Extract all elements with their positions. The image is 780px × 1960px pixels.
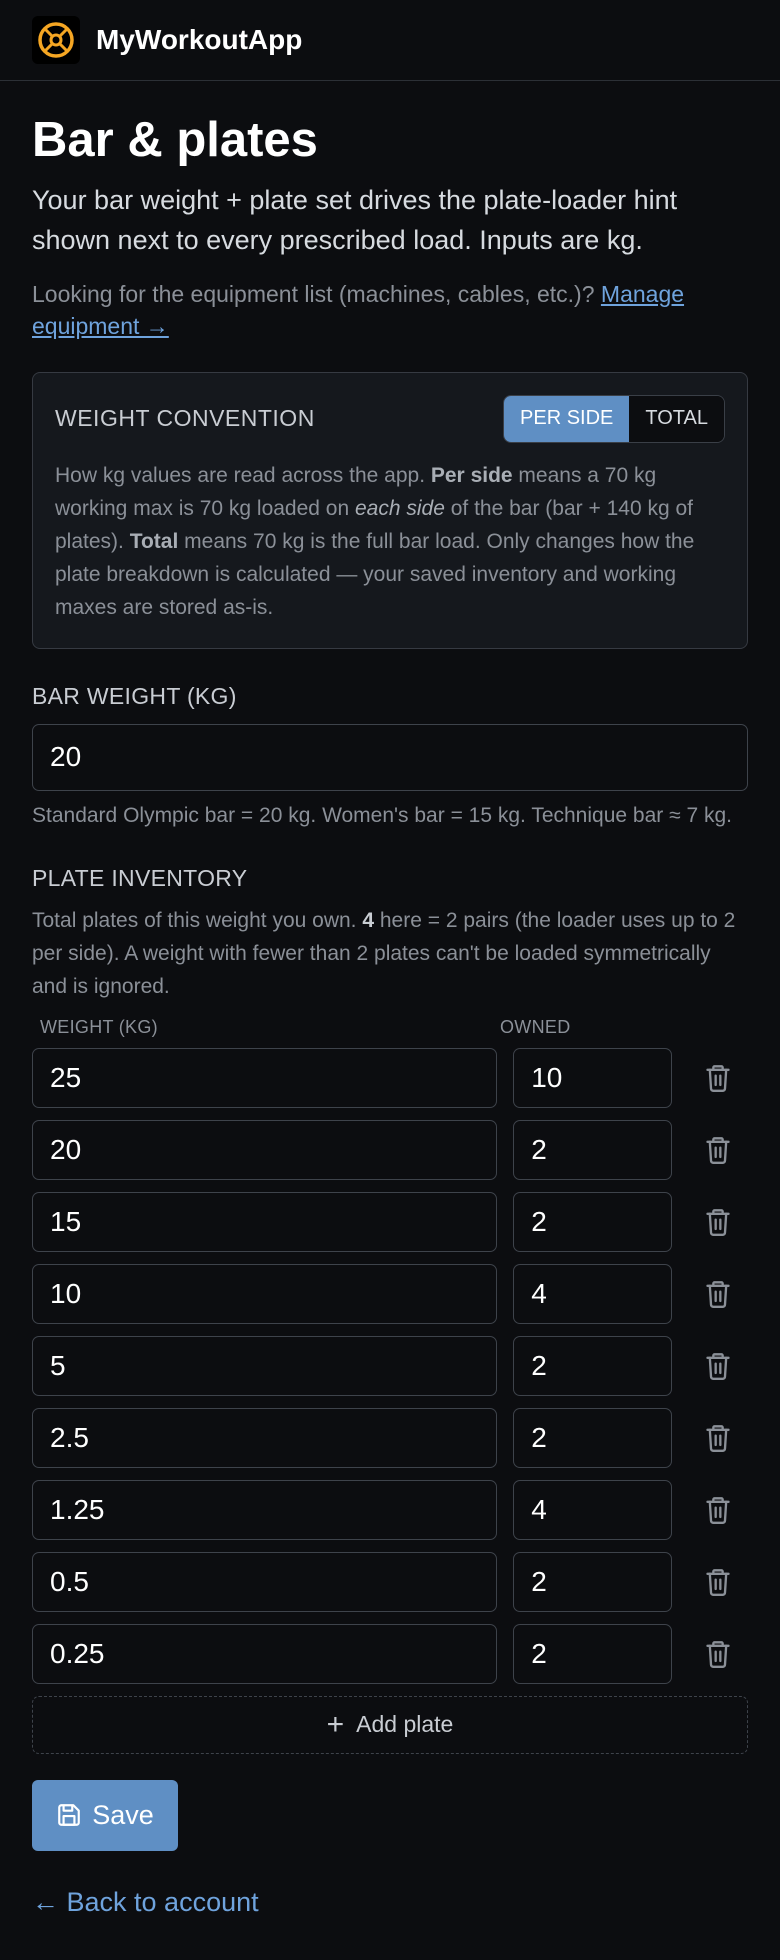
plate-owned-input[interactable]: 10	[513, 1047, 673, 1108]
delete-plate-button[interactable]	[688, 1278, 748, 1310]
plate-row: 10 4	[32, 1263, 748, 1324]
plus-icon: +	[326, 1707, 345, 1741]
main-content: Bar & plates Your bar weight + plate set…	[0, 111, 780, 1918]
plate-weight-input[interactable]: 0.25	[32, 1623, 498, 1684]
plate-weight-input[interactable]: 1.25	[32, 1479, 498, 1540]
plate-weight-input[interactable]: 20	[32, 1119, 498, 1180]
equipment-hint-text: Looking for the equipment list (machines…	[32, 280, 595, 307]
equipment-hint: Looking for the equipment list (machines…	[32, 278, 748, 342]
plate-row: 1.25 4	[32, 1479, 748, 1540]
weight-convention-card: WEIGHT CONVENTION PER SIDE TOTAL How kg …	[32, 371, 748, 649]
plate-rows: 25 10 20 2 15 2 10 4 5 2 2.5 2 1.25 4 0.5 2 0.25 2	[32, 1047, 748, 1684]
plate-owned-input[interactable]: 2	[513, 1551, 673, 1612]
bar-weight-label: BAR WEIGHT (KG)	[32, 682, 237, 709]
page-title: Bar & plates	[32, 113, 318, 167]
weight-convention-title: WEIGHT CONVENTION	[55, 405, 315, 432]
add-plate-button[interactable]: + Add plate	[32, 1695, 748, 1754]
trash-icon	[706, 1496, 730, 1524]
plate-row: 52	[32, 1335, 748, 1396]
plate-owned-input[interactable]: 2	[513, 1335, 673, 1396]
trash-icon	[706, 1568, 730, 1596]
weight-convention-description: How kg values are read across the app. P…	[55, 459, 725, 624]
plate-weight-input[interactable]: 15	[32, 1191, 498, 1252]
desc-part: How kg values are read across the app.	[55, 463, 431, 487]
plate-inventory-label: PLATE INVENTORY	[32, 864, 248, 891]
plate-row: 0.25 2	[32, 1623, 748, 1684]
plate-inventory-description: Total plates of this weight you own. 4 h…	[32, 904, 748, 1003]
plate-weight-input[interactable]: 10	[32, 1263, 498, 1324]
desc-bold-per-side: Per side	[430, 463, 513, 487]
trash-icon	[706, 1352, 730, 1380]
bar-weight-hint: Standard Olympic bar = 20 kg. Women's ba…	[32, 803, 732, 827]
plate-row: 20 2	[32, 1119, 748, 1180]
plate-row: 2.5 2	[32, 1407, 748, 1468]
desc-italic-each-side: each side	[355, 496, 445, 520]
trash-icon	[706, 1424, 730, 1452]
plate-owned-input[interactable]: 2	[513, 1407, 673, 1468]
plate-weight-input[interactable]: 5	[32, 1335, 498, 1396]
save-button[interactable]: Save	[32, 1779, 178, 1851]
plate-weight-input[interactable]: 2.5	[32, 1407, 498, 1468]
plate-row: 0.5 2	[32, 1551, 748, 1612]
trash-icon	[706, 1064, 730, 1092]
app-name[interactable]: MyWorkoutApp	[96, 24, 302, 56]
delete-plate-button[interactable]	[688, 1422, 748, 1454]
desc-bold-total: Total	[129, 529, 179, 553]
plate-row: 15 2	[32, 1191, 748, 1252]
trash-icon	[706, 1136, 730, 1164]
owned-column-header: OWNED	[500, 1016, 571, 1037]
trash-icon	[706, 1280, 730, 1308]
add-plate-label: Add plate	[356, 1711, 454, 1738]
plate-owned-input[interactable]: 4	[513, 1263, 673, 1324]
plate-logo-icon[interactable]	[32, 16, 80, 64]
plate-owned-input[interactable]: 4	[513, 1479, 673, 1540]
inv-desc-bold: 4	[362, 908, 375, 932]
total-option[interactable]: TOTAL	[629, 395, 724, 442]
trash-icon	[706, 1208, 730, 1236]
floppy-disk-icon	[58, 1804, 81, 1827]
delete-plate-button[interactable]	[688, 1134, 748, 1166]
delete-plate-button[interactable]	[688, 1566, 748, 1598]
delete-plate-button[interactable]	[688, 1062, 748, 1094]
back-to-account-link[interactable]: ← Back to account	[32, 1887, 748, 1918]
weight-column-header: WEIGHT (KG)	[40, 1016, 158, 1037]
plate-row: 25 10	[32, 1047, 748, 1108]
plate-owned-input[interactable]: 2	[513, 1119, 673, 1180]
bar-weight-input[interactable]: 20	[32, 723, 748, 791]
inventory-column-headers: WEIGHT (KG) OWNED	[32, 1017, 748, 1038]
delete-plate-button[interactable]	[688, 1350, 748, 1382]
page-lead: Your bar weight + plate set drives the p…	[32, 184, 678, 255]
inv-desc-part: Total plates of this weight you own.	[32, 908, 363, 932]
plate-owned-input[interactable]: 2	[513, 1623, 673, 1684]
save-label: Save	[92, 1799, 154, 1830]
delete-plate-button[interactable]	[688, 1638, 748, 1670]
plate-owned-input[interactable]: 2	[513, 1191, 673, 1252]
trash-icon	[706, 1640, 730, 1668]
weight-convention-toggle: PER SIDE TOTAL	[503, 394, 725, 443]
delete-plate-button[interactable]	[688, 1494, 748, 1526]
plate-weight-input[interactable]: 0.5	[32, 1551, 498, 1612]
plate-weight-input[interactable]: 25	[32, 1047, 498, 1108]
per-side-option[interactable]: PER SIDE	[504, 395, 630, 442]
delete-plate-button[interactable]	[688, 1206, 748, 1238]
top-bar: MyWorkoutApp	[0, 0, 780, 81]
